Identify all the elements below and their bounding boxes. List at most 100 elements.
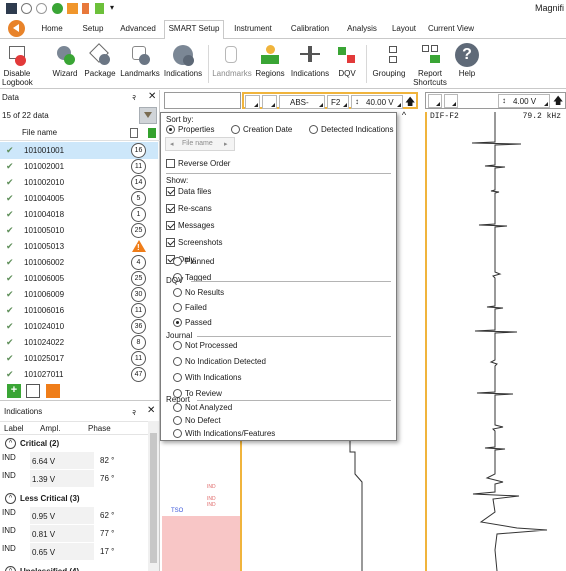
help-button[interactable]: ? Help bbox=[452, 43, 482, 78]
close-icon[interactable]: ✕ bbox=[147, 405, 155, 416]
file-row[interactable]: ✔ 101006005 25 bbox=[0, 270, 158, 287]
tab-setup[interactable]: Setup bbox=[73, 21, 113, 39]
option-label[interactable]: Screenshots bbox=[178, 238, 222, 247]
channel-dropdown[interactable] bbox=[444, 94, 458, 108]
option-label[interactable]: To Review bbox=[185, 389, 222, 398]
tab-layout[interactable]: Layout bbox=[386, 21, 422, 39]
grouping-button[interactable]: Grouping bbox=[370, 43, 408, 78]
option-label[interactable]: No Indication Detected bbox=[185, 357, 266, 366]
sort-filter-button[interactable] bbox=[139, 107, 157, 124]
collapse-icon[interactable]: ^ bbox=[5, 493, 16, 504]
file-row[interactable]: ✔ 101006002 4 bbox=[0, 254, 158, 271]
channel-dropdown[interactable] bbox=[262, 95, 277, 109]
indication-row[interactable]: IND 0.65 V 17 ° bbox=[0, 543, 148, 560]
file-name-column-header[interactable]: File name bbox=[22, 128, 57, 137]
indication-row[interactable]: IND 0.81 V 77 ° bbox=[0, 525, 148, 542]
radio[interactable] bbox=[173, 416, 182, 425]
chevron-down-icon[interactable]: ▾ bbox=[110, 3, 121, 14]
option-label[interactable]: Not Processed bbox=[185, 341, 237, 350]
phase-column-header[interactable]: Phase bbox=[88, 424, 111, 433]
dqv-button[interactable]: DQV bbox=[334, 43, 360, 78]
sort-detected-indications-radio[interactable] bbox=[309, 125, 318, 134]
regions-button[interactable]: Regions bbox=[254, 43, 286, 78]
landmarks-ai-button[interactable]: Landmarks bbox=[120, 43, 160, 78]
tso-marker[interactable]: TSO bbox=[171, 508, 183, 514]
indications-button[interactable]: Indications bbox=[290, 43, 330, 78]
sort-properties-label[interactable]: Properties bbox=[178, 125, 214, 134]
delete-icon[interactable] bbox=[46, 384, 60, 398]
indication-group[interactable]: ^ Unclassified (4) bbox=[0, 565, 148, 571]
volts-dropdown[interactable]: ↕ 40.00 V bbox=[351, 95, 403, 109]
sort-field-chip[interactable]: ◂ File name ▸ bbox=[165, 137, 235, 151]
back-icon[interactable] bbox=[8, 20, 25, 37]
radio[interactable] bbox=[173, 341, 182, 350]
channel-dropdown[interactable] bbox=[245, 95, 260, 109]
chevron-up-icon[interactable]: ^ bbox=[397, 110, 411, 123]
bottle-icon[interactable] bbox=[82, 3, 89, 14]
option-label[interactable]: No Results bbox=[185, 288, 224, 297]
radio[interactable] bbox=[173, 373, 182, 382]
checkbox[interactable] bbox=[166, 187, 175, 196]
checkbox[interactable] bbox=[166, 221, 175, 230]
option-label[interactable]: Re-scans bbox=[178, 204, 212, 213]
checkbox[interactable] bbox=[166, 238, 175, 247]
option-label[interactable]: With Indications bbox=[185, 373, 241, 382]
file-row[interactable]: ✔ 101005013! bbox=[0, 238, 158, 255]
reverse-order-checkbox[interactable] bbox=[166, 159, 175, 168]
file-row[interactable]: ✔ 101006016 11 bbox=[0, 302, 158, 319]
refresh-icon[interactable] bbox=[36, 3, 47, 14]
collapse-icon[interactable]: ^ bbox=[5, 566, 16, 571]
label-column-header[interactable]: Label bbox=[4, 424, 24, 433]
strip-chart-right[interactable] bbox=[425, 112, 566, 571]
add-icon[interactable]: + bbox=[7, 384, 21, 398]
volts-dropdown[interactable]: ↕ 4.00 V bbox=[498, 94, 550, 108]
indication-row[interactable]: IND 1.39 V 76 ° bbox=[0, 470, 148, 487]
radio[interactable] bbox=[173, 257, 182, 266]
collapse-icon[interactable]: ^ bbox=[5, 438, 16, 449]
package-button[interactable]: Package bbox=[84, 43, 116, 78]
scrollbar-thumb[interactable] bbox=[150, 433, 157, 563]
file-row[interactable]: ✔ 101004005 5 bbox=[0, 190, 158, 207]
sort-creation-date-radio[interactable] bbox=[231, 125, 240, 134]
pin-icon[interactable]: २ bbox=[132, 407, 136, 418]
indications-scrollbar[interactable] bbox=[148, 421, 159, 571]
file-row[interactable]: ✔ 101006009 30 bbox=[0, 286, 158, 303]
sort-creation-date-label[interactable]: Creation Date bbox=[243, 125, 292, 134]
indication-group[interactable]: ^ Critical (2) bbox=[0, 437, 148, 451]
wand-icon[interactable] bbox=[95, 3, 104, 14]
sort-detected-indications-label[interactable]: Detected Indications bbox=[321, 125, 394, 134]
chevron-right-icon[interactable]: ▸ bbox=[224, 140, 228, 148]
settings-icon[interactable] bbox=[21, 3, 32, 14]
reverse-order-label[interactable]: Reverse Order bbox=[178, 159, 230, 168]
radio[interactable] bbox=[173, 303, 182, 312]
wizard-button[interactable]: Wizard bbox=[50, 43, 80, 78]
frequency-dropdown[interactable]: F2 bbox=[327, 95, 349, 109]
option-label[interactable]: Not Analyzed bbox=[185, 403, 232, 412]
chevron-left-icon[interactable]: ◂ bbox=[170, 140, 174, 148]
option-label[interactable]: Messages bbox=[178, 221, 214, 230]
indication-row[interactable]: IND 0.95 V 62 ° bbox=[0, 507, 148, 524]
tab-analysis[interactable]: Analysis bbox=[340, 21, 384, 39]
option-label[interactable]: Failed bbox=[185, 303, 207, 312]
landmarks-button[interactable]: Landmarks bbox=[212, 43, 252, 78]
ind-marker[interactable]: IND bbox=[207, 502, 216, 508]
tab-current-view[interactable]: Current View bbox=[423, 21, 479, 39]
chart-icon[interactable] bbox=[67, 3, 78, 14]
radio[interactable] bbox=[173, 288, 182, 297]
option-label[interactable]: Data files bbox=[178, 187, 211, 196]
file-row[interactable]: ✔ 101004018 1 bbox=[0, 206, 158, 223]
file-row[interactable]: ✔ 101002010 14 bbox=[0, 174, 158, 191]
file-row[interactable]: ✔ 101001001 16 bbox=[0, 142, 158, 159]
disable-logbook-button[interactable]: Disable Logbook bbox=[2, 43, 33, 87]
radio[interactable] bbox=[173, 403, 182, 412]
indication-group[interactable]: ^ Less Critical (3) bbox=[0, 492, 148, 506]
indication-row[interactable]: IND 6.64 V 82 ° bbox=[0, 452, 148, 469]
tab-home[interactable]: Home bbox=[32, 21, 72, 39]
sort-properties-radio[interactable] bbox=[166, 125, 175, 134]
file-row[interactable]: ✔ 101024010 36 bbox=[0, 318, 158, 335]
ind-marker[interactable]: IND bbox=[207, 484, 216, 490]
option-label[interactable]: With Indications/Features bbox=[185, 429, 275, 438]
pin-icon[interactable]: २ bbox=[132, 92, 136, 103]
radio[interactable] bbox=[173, 429, 182, 438]
file-row[interactable]: ✔ 101025017 11 bbox=[0, 350, 158, 367]
